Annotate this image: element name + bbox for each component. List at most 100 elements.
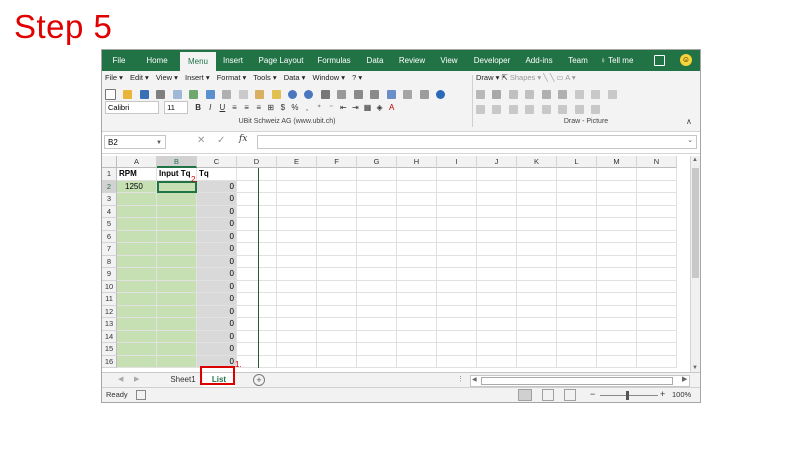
cell-k13[interactable]: [517, 318, 557, 331]
tab-page-layout[interactable]: Page Layout: [254, 50, 308, 71]
bring-forward-icon[interactable]: [508, 90, 518, 100]
cell-m5[interactable]: [597, 218, 637, 231]
cell-g16[interactable]: [357, 355, 397, 368]
cell-l11[interactable]: [557, 293, 597, 306]
cell-a14[interactable]: [117, 330, 157, 343]
cell-a12[interactable]: [117, 305, 157, 318]
dash-style-icon[interactable]: [541, 105, 551, 115]
cell-a11[interactable]: [117, 293, 157, 306]
cell-g14[interactable]: [357, 330, 397, 343]
cell-k7[interactable]: [517, 243, 557, 256]
cell-f9[interactable]: [317, 268, 357, 281]
edit-points-icon[interactable]: [591, 90, 601, 100]
row-header-15[interactable]: 15: [102, 343, 117, 356]
cell-k8[interactable]: [517, 255, 557, 268]
cell-e2[interactable]: [277, 180, 317, 193]
cell-a3[interactable]: [117, 193, 157, 206]
align-objects-icon[interactable]: [541, 90, 551, 100]
page-layout-view-icon[interactable]: [542, 389, 554, 401]
cell-l6[interactable]: [557, 230, 597, 243]
cell-h1[interactable]: [397, 168, 437, 181]
cell-c5[interactable]: 0: [197, 218, 237, 231]
currency-icon[interactable]: $: [278, 103, 288, 112]
cell-k10[interactable]: [517, 280, 557, 293]
cell-j15[interactable]: [477, 343, 517, 356]
cell-b10[interactable]: [157, 280, 197, 293]
cell-d5[interactable]: [237, 218, 277, 231]
cell-k6[interactable]: [517, 230, 557, 243]
cell-f1[interactable]: [317, 168, 357, 181]
shapes-menu[interactable]: Shapes ▾: [510, 73, 541, 82]
copy-icon[interactable]: [238, 90, 248, 100]
cell-i13[interactable]: [437, 318, 477, 331]
cell-i12[interactable]: [437, 305, 477, 318]
cell-g4[interactable]: [357, 205, 397, 218]
cell-c3[interactable]: 0: [197, 193, 237, 206]
cell-a8[interactable]: [117, 255, 157, 268]
cell-d3[interactable]: [237, 193, 277, 206]
merge-center-icon[interactable]: ⊞: [266, 103, 276, 112]
cell-f12[interactable]: [317, 305, 357, 318]
cell-c11[interactable]: 0: [197, 293, 237, 306]
cell-g3[interactable]: [357, 193, 397, 206]
align-left-icon[interactable]: ≡: [229, 103, 239, 112]
cell-d9[interactable]: [237, 268, 277, 281]
cell-e16[interactable]: [277, 355, 317, 368]
help-icon[interactable]: [436, 90, 446, 100]
cell-g1[interactable]: [357, 168, 397, 181]
zoom-slider-track[interactable]: [600, 395, 658, 396]
cell-l7[interactable]: [557, 243, 597, 256]
cell-g8[interactable]: [357, 255, 397, 268]
cell-e15[interactable]: [277, 343, 317, 356]
cell-h6[interactable]: [397, 230, 437, 243]
cell-i8[interactable]: [437, 255, 477, 268]
cell-c1[interactable]: Tq: [197, 168, 237, 181]
cell-a16[interactable]: [117, 355, 157, 368]
cell-c13[interactable]: 0: [197, 318, 237, 331]
cell-i1[interactable]: [437, 168, 477, 181]
zoom-icon[interactable]: [419, 90, 429, 100]
row-header-16[interactable]: 16: [102, 355, 117, 368]
cell-n12[interactable]: [637, 305, 677, 318]
cell-g5[interactable]: [357, 218, 397, 231]
row-header-3[interactable]: 3: [102, 193, 117, 206]
cell-n8[interactable]: [637, 255, 677, 268]
cell-b4[interactable]: [157, 205, 197, 218]
enter-icon[interactable]: ✓: [217, 135, 225, 146]
cell-e13[interactable]: [277, 318, 317, 331]
cell-g2[interactable]: [357, 180, 397, 193]
cell-d12[interactable]: [237, 305, 277, 318]
cell-b5[interactable]: [157, 218, 197, 231]
group-icon[interactable]: [476, 90, 485, 100]
paste-icon[interactable]: [255, 90, 265, 100]
column-header-i[interactable]: I: [437, 156, 477, 168]
cell-i10[interactable]: [437, 280, 477, 293]
tell-me-box[interactable]: ♀ Tell me: [600, 50, 633, 71]
cell-l3[interactable]: [557, 193, 597, 206]
column-header-l[interactable]: L: [557, 156, 597, 168]
cell-m7[interactable]: [597, 243, 637, 256]
cell-m11[interactable]: [597, 293, 637, 306]
row-header-2[interactable]: 2: [102, 180, 117, 193]
cell-j7[interactable]: [477, 243, 517, 256]
cell-l8[interactable]: [557, 255, 597, 268]
cell-k3[interactable]: [517, 193, 557, 206]
cell-h2[interactable]: [397, 180, 437, 193]
draw-menu[interactable]: Draw ▾: [476, 73, 499, 82]
undo-icon[interactable]: [287, 90, 297, 100]
cell-k11[interactable]: [517, 293, 557, 306]
format-painter-icon[interactable]: [271, 90, 281, 100]
cell-k14[interactable]: [517, 330, 557, 343]
cell-n3[interactable]: [637, 193, 677, 206]
cell-f14[interactable]: [317, 330, 357, 343]
row-header-8[interactable]: 8: [102, 255, 117, 268]
line-icon[interactable]: ╲ ╲ ▭ A ▾: [543, 73, 575, 82]
worksheet-grid[interactable]: A B C D E F G H I J K L M N 1 RPM Input Tq Tq 2 1250 0 3 0 4 0 5 0…: [102, 156, 700, 372]
cell-h13[interactable]: [397, 318, 437, 331]
cell-c4[interactable]: 0: [197, 205, 237, 218]
cell-b15[interactable]: [157, 343, 197, 356]
tab-data[interactable]: Data: [362, 50, 388, 71]
increase-decimal-icon[interactable]: ⁺: [314, 103, 324, 112]
function-icon[interactable]: [337, 90, 347, 100]
cell-j13[interactable]: [477, 318, 517, 331]
